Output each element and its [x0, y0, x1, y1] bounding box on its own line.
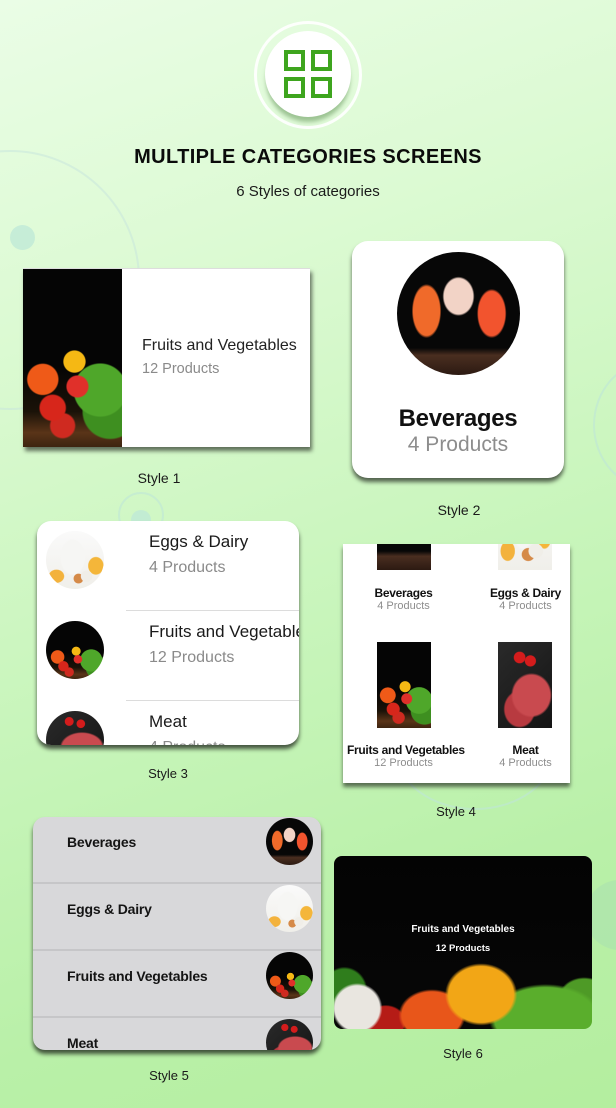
style3-category-list: Eggs & Dairy 4 Products Fruits and Veget… — [37, 521, 299, 745]
meat-image — [46, 711, 104, 745]
product-count: 4 Products — [149, 559, 226, 576]
product-count: 12 Products — [374, 757, 433, 769]
logo-badge — [265, 31, 351, 117]
fruits-vegetables-image — [266, 952, 313, 999]
product-count: 12 Products — [142, 361, 220, 377]
style3-caption: Style 3 — [148, 766, 188, 781]
eggs-dairy-image — [498, 544, 552, 570]
style5-category-list: Beverages Eggs & Dairy Fruits and Vegeta… — [33, 817, 321, 1050]
eggs-dairy-image — [266, 885, 313, 932]
eggs-dairy-image — [46, 531, 104, 589]
category-name: Fruits and Vegetables — [411, 924, 515, 935]
grid-icon — [284, 50, 332, 98]
category-name: Meat — [149, 712, 187, 731]
beverages-image — [266, 818, 313, 865]
product-count: 12 Products — [435, 943, 491, 954]
page-subtitle: 6 Styles of categories — [236, 183, 380, 200]
beverages-image — [377, 544, 431, 570]
category-name: Fruits and Vegetables — [149, 622, 299, 641]
list-item[interactable]: Eggs & Dairy — [33, 884, 321, 951]
category-name: Meat — [67, 1035, 99, 1050]
style5-caption: Style 5 — [149, 1068, 189, 1083]
category-name: Beverages — [67, 834, 137, 850]
page-title: MULTIPLE CATEGORIES SCREENS — [134, 146, 482, 168]
category-name: Fruits and Vegetables — [67, 968, 208, 984]
decorative-dot — [10, 225, 35, 250]
style1-category-card[interactable]: Fruits and Vegetables 12 Products — [23, 268, 310, 447]
meat-image — [498, 642, 552, 728]
product-count: 4 Products — [149, 739, 225, 745]
decorative-ring — [593, 360, 616, 490]
style4-category-grid: Beverages 4 Products Eggs & Dairy 4 Prod… — [343, 544, 570, 783]
product-count: 12 Products — [149, 649, 235, 666]
style1-caption: Style 1 — [137, 470, 181, 486]
style4-caption: Style 4 — [436, 804, 476, 819]
meat-image — [266, 1019, 313, 1050]
category-name: Eggs & Dairy — [149, 532, 249, 551]
style2-caption: Style 2 — [437, 502, 481, 518]
category-name: Fruits and Vegetables — [347, 743, 465, 757]
style2-category-card[interactable]: Beverages 4 Products — [352, 241, 564, 478]
list-item[interactable]: Fruits and Vegetables 12 Products — [37, 611, 299, 701]
fruits-vegetables-image — [46, 621, 104, 679]
category-name: Meat — [512, 743, 539, 757]
category-name: Eggs & Dairy — [67, 901, 152, 917]
category-name: Beverages — [398, 405, 518, 432]
fruits-vegetables-image — [377, 642, 431, 728]
category-name: Eggs & Dairy — [489, 586, 562, 600]
category-name: Fruits and Vegetables — [142, 337, 297, 354]
product-count: 4 Products — [407, 433, 509, 456]
fruits-vegetables-image — [23, 269, 122, 447]
category-name: Beverages — [374, 586, 433, 600]
beverages-image — [396, 252, 520, 375]
style6-caption: Style 6 — [443, 1046, 483, 1061]
product-count: 4 Products — [499, 600, 552, 612]
list-item[interactable]: Eggs & Dairy 4 Products — [37, 521, 299, 611]
list-item[interactable]: Meat 4 Products — [37, 701, 299, 745]
product-count: 4 Products — [377, 600, 430, 612]
product-count: 4 Products — [499, 757, 552, 769]
list-item[interactable]: Fruits and Vegetables — [33, 951, 321, 1018]
list-item[interactable]: Beverages — [33, 817, 321, 884]
style6-category-banner[interactable]: Fruits and Vegetables 12 Products — [334, 856, 592, 1029]
list-item[interactable]: Meat — [33, 1018, 321, 1050]
